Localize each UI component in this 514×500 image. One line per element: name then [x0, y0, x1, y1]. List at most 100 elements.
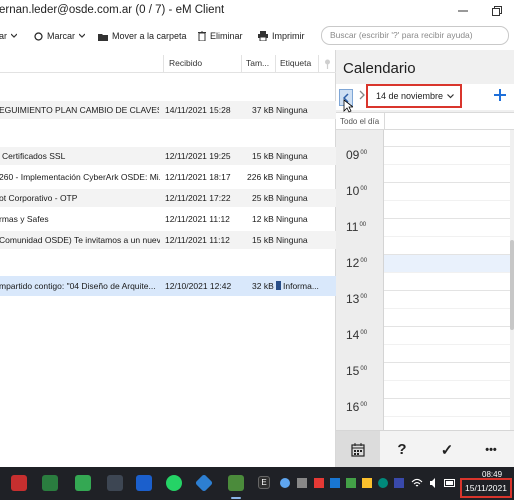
table-row-selected[interactable]: mpartido contigo: "04 Diseño de Arquite.…	[0, 276, 336, 296]
battery-icon[interactable]	[444, 479, 456, 487]
table-row[interactable]: EGUIMIENTO PLAN CAMBIO DE CLAVES I... 14…	[0, 101, 336, 119]
calendar-view-button[interactable]	[336, 431, 380, 468]
print-button[interactable]: Imprimir	[258, 31, 305, 41]
mail-toolbar: ar Marcar Mover a la carpeta Eliminar Im…	[0, 22, 336, 50]
date-picker-button[interactable]: 14 de noviembre	[366, 84, 462, 108]
column-received[interactable]: Recibido	[169, 58, 202, 68]
move-label: Mover a la carpeta	[112, 31, 187, 41]
mark-button[interactable]: Marcar	[34, 31, 86, 41]
hour-label: 1200	[346, 256, 368, 270]
hour-line	[384, 254, 510, 255]
pin-icon[interactable]	[324, 59, 331, 69]
volume-icon[interactable]	[429, 478, 439, 488]
all-day-row[interactable]: Todo el día	[336, 112, 514, 131]
row-received: 12/11/2021 18:17	[165, 172, 231, 182]
wifi-icon[interactable]	[411, 478, 423, 488]
date-label: 14 de noviembre	[376, 91, 444, 101]
circle-icon	[34, 31, 43, 41]
reply-label: ar	[0, 31, 8, 41]
row-received: 12/11/2021 17:22	[165, 193, 231, 203]
row-tag: Ninguna	[276, 235, 308, 245]
minimize-icon	[458, 10, 468, 12]
row-size: 12 kB	[252, 214, 274, 224]
row-size: 226 kB	[247, 172, 274, 182]
chevron-down-icon	[11, 33, 18, 38]
row-size: 15 kB	[252, 235, 274, 245]
tray-icon[interactable]	[314, 478, 324, 488]
row-size: 25 kB	[252, 193, 274, 203]
hour-label: 1000	[346, 184, 368, 198]
search-input[interactable]: Buscar (escribir '?' para recibir ayuda)	[321, 26, 509, 45]
app-icon-red[interactable]	[11, 475, 27, 491]
move-to-folder-button[interactable]: Mover a la carpeta	[98, 31, 187, 41]
all-day-label: Todo el día	[340, 117, 380, 126]
tag-color-swatch	[276, 281, 281, 290]
half-hour-line	[384, 308, 510, 309]
delete-button[interactable]: Eliminar	[198, 31, 243, 41]
hour-label: 1500	[346, 364, 368, 378]
e-app-icon[interactable]: E	[258, 476, 270, 489]
day-grid[interactable]	[384, 130, 510, 430]
row-subject: rmas y Safes	[0, 214, 49, 224]
whatsapp-icon[interactable]	[166, 475, 182, 491]
next-day-button[interactable]	[359, 90, 365, 103]
tray-icon[interactable]	[394, 478, 404, 488]
network-app-icon[interactable]	[194, 473, 214, 493]
help-button[interactable]: ?	[380, 431, 424, 468]
restore-button[interactable]	[480, 0, 514, 22]
tasks-button[interactable]: ✓	[425, 431, 469, 468]
window-title: ernan.leder@osde.com.ar (0 / 7) - eM Cli…	[0, 4, 225, 16]
hour-label: 1300	[346, 292, 368, 306]
current-slot-highlight	[384, 254, 510, 272]
calendar-scrollbar[interactable]	[510, 130, 514, 430]
row-subject: mpartido contigo: "04 Diseño de Arquite.…	[0, 281, 156, 291]
column-separator	[318, 55, 319, 73]
mark-label: Marcar	[47, 31, 76, 41]
table-row[interactable]: Comunidad OSDE) Te invitamos a un nuev..…	[0, 231, 336, 249]
tray-icon[interactable]	[378, 478, 388, 488]
table-row[interactable]: Certificados SSL 12/11/2021 19:25 15 kB …	[0, 147, 336, 165]
list-header: Recibido Tam... Etiqueta	[0, 55, 336, 73]
half-hour-line	[384, 236, 510, 237]
row-size: 15 kB	[252, 151, 274, 161]
app-icon-green[interactable]	[228, 475, 244, 491]
minimize-button[interactable]	[446, 0, 480, 22]
row-tag: Informa...	[276, 281, 319, 291]
calendar-icon	[351, 442, 365, 457]
reply-button[interactable]: ar	[0, 31, 18, 41]
more-button[interactable]: •••	[469, 431, 513, 468]
scrollbar-thumb[interactable]	[510, 240, 514, 330]
folder-move-icon	[98, 33, 108, 41]
chat-icon[interactable]	[75, 475, 91, 491]
tray-icon[interactable]	[280, 478, 290, 488]
title-bar: ernan.leder@osde.com.ar (0 / 7) - eM Cli…	[0, 0, 514, 22]
taskbar-date[interactable]: 15/11/2021	[460, 478, 512, 498]
column-separator	[384, 113, 385, 131]
chevron-right-icon	[359, 90, 365, 100]
hour-line	[384, 146, 510, 147]
add-event-button[interactable]	[494, 89, 506, 103]
mouse-cursor-icon	[343, 99, 353, 113]
window-controls	[446, 0, 514, 22]
column-size[interactable]: Tam...	[246, 58, 269, 68]
meet-icon[interactable]	[42, 475, 58, 491]
tray-icon[interactable]	[297, 478, 307, 488]
chevron-down-icon	[447, 93, 454, 98]
drive-icon[interactable]	[362, 478, 372, 488]
table-row[interactable]: 260 - Implementación CyberArk OSDE: Mi..…	[0, 168, 336, 186]
table-row[interactable]: ot Corporativo - OTP 12/11/2021 17:22 25…	[0, 189, 336, 207]
table-row[interactable]: rmas y Safes 12/11/2021 11:12 12 kB Ning…	[0, 210, 336, 228]
half-hour-line	[384, 344, 510, 345]
tray-icon[interactable]	[346, 478, 356, 488]
hour-label: 1600	[346, 400, 368, 414]
hour-line	[384, 398, 510, 399]
row-received: 14/11/2021 15:28	[165, 105, 231, 115]
tray-icon[interactable]	[330, 478, 340, 488]
calendar-bottom-bar: ? ✓ •••	[336, 430, 514, 468]
column-tag[interactable]: Etiqueta	[280, 58, 311, 68]
row-size: 32 kB	[252, 281, 274, 291]
bitwarden-icon[interactable]	[136, 475, 152, 491]
app-icon-dark[interactable]	[107, 475, 123, 491]
